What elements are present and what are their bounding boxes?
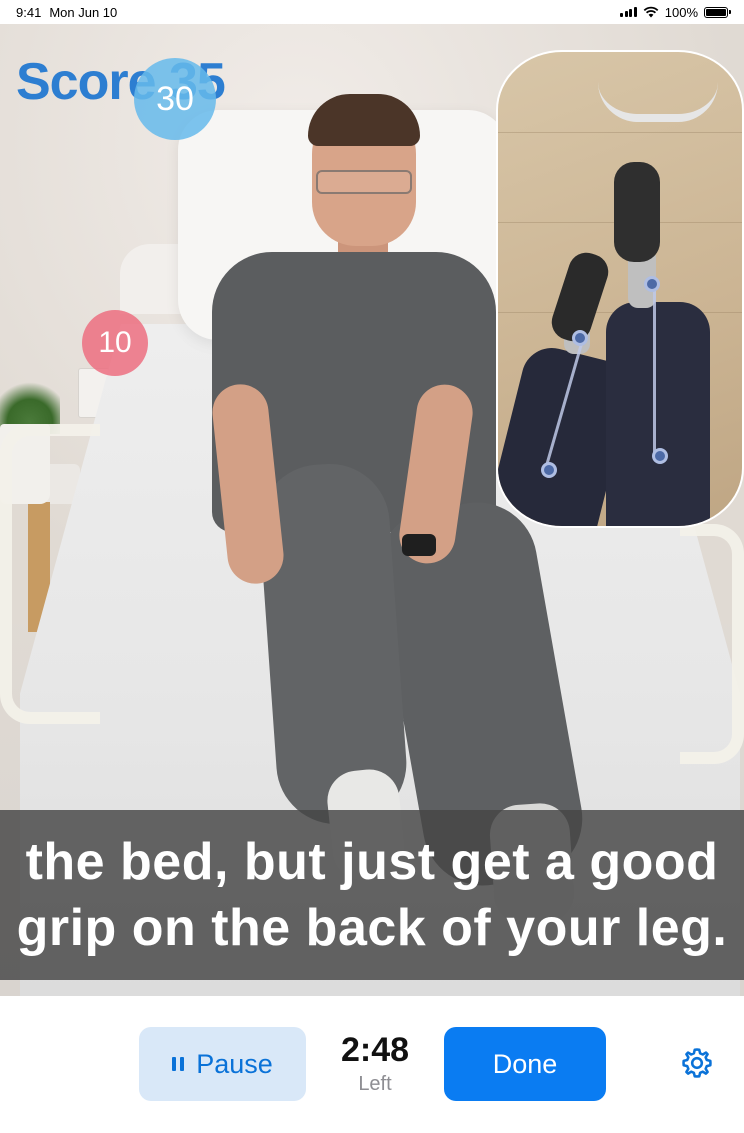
chair-base	[598, 52, 718, 122]
settings-button[interactable]	[678, 1044, 716, 1082]
pose-joint-right-ankle	[644, 276, 660, 292]
status-right: 100%	[620, 4, 731, 20]
pose-joint-left-knee	[541, 462, 557, 478]
camera-preview	[496, 50, 744, 528]
battery-icon	[704, 6, 731, 18]
floor-line	[498, 132, 742, 133]
status-bar: 9:41 Mon Jun 10 100%	[0, 0, 744, 24]
timer-label: Left	[358, 1073, 392, 1095]
status-time: 9:41	[16, 4, 42, 20]
signal-icon	[620, 7, 637, 17]
battery-percent: 100%	[664, 4, 698, 20]
wifi-icon	[643, 6, 659, 18]
instructor-watch	[402, 534, 436, 556]
user-shoe-right	[614, 162, 660, 262]
status-left: 9:41 Mon Jun 10	[16, 5, 117, 20]
pose-joint-left-ankle	[572, 330, 588, 346]
pause-label: Pause	[196, 1048, 273, 1079]
controls-bar: Pause 2:48 Left Done	[0, 996, 744, 1133]
exercise-video: Score 35 30 10 the bed, but just get a g…	[0, 24, 744, 996]
status-date: Mon Jun 10	[49, 4, 118, 20]
pause-icon	[172, 1057, 185, 1071]
caption-line-2: grip on the back of your leg.	[16, 899, 728, 957]
caption-box: the bed, but just get a good grip on the…	[0, 810, 744, 980]
instructor-hair	[308, 94, 420, 146]
pause-button[interactable]: Pause	[139, 1027, 306, 1101]
pose-joint-right-knee	[652, 448, 668, 464]
done-button[interactable]: Done	[444, 1027, 606, 1101]
gear-icon	[682, 1048, 712, 1078]
instructor-glasses	[316, 170, 412, 194]
timer-value: 2:48	[340, 1031, 410, 1069]
timer: 2:48 Left	[320, 1030, 430, 1098]
score-bubble-red: 10	[82, 310, 148, 376]
score-bubble-blue: 30	[134, 58, 216, 140]
user-leg-right	[606, 302, 710, 526]
caption-line-1: the bed, but just get a good	[25, 833, 719, 891]
pose-line-right	[653, 286, 656, 456]
